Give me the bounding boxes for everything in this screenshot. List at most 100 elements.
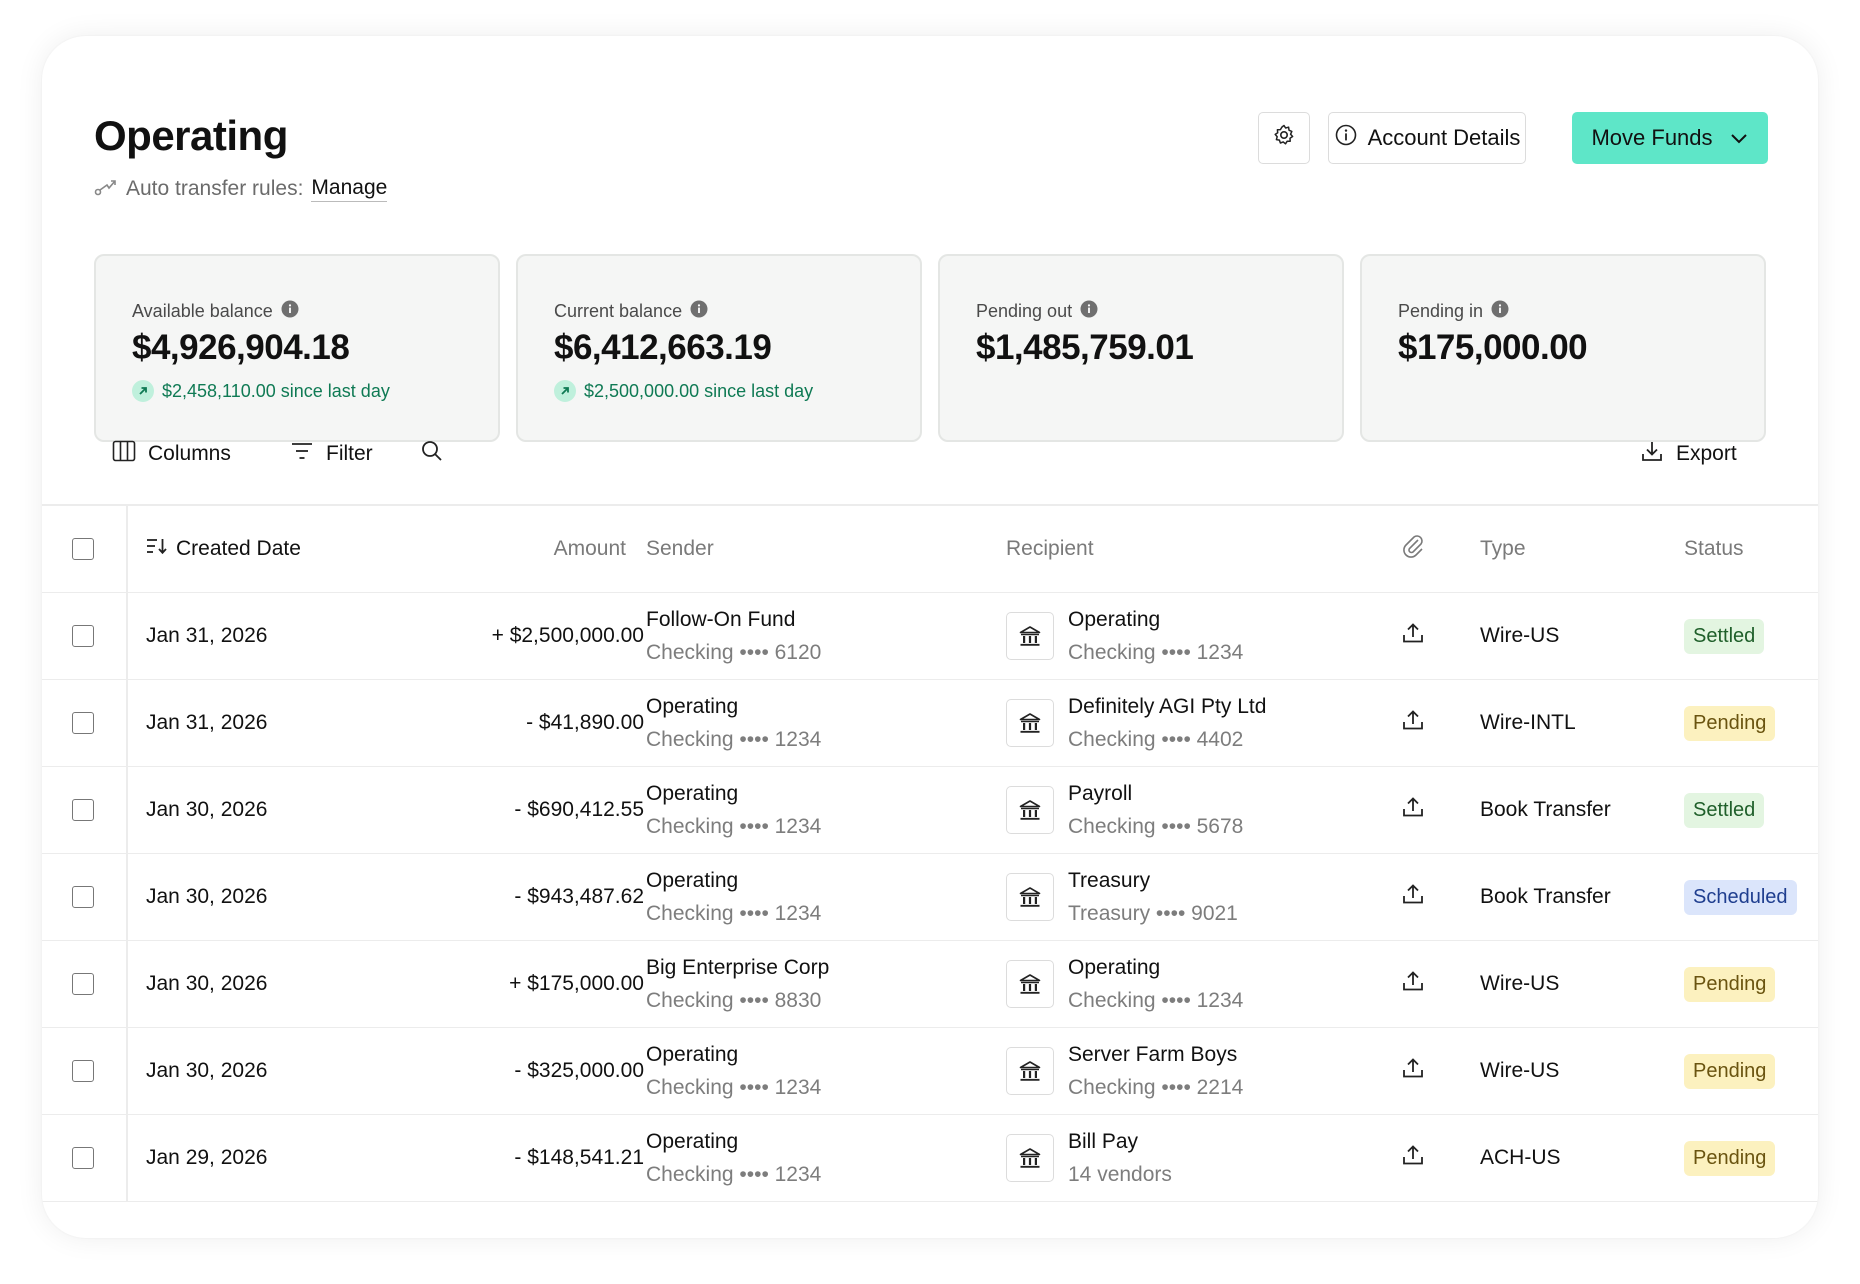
search-icon (420, 439, 444, 469)
row-amount: + $175,000.00 (509, 972, 644, 995)
sender-name: Operating (646, 782, 739, 805)
row-type: Wire-US (1480, 972, 1560, 995)
status-badge: Pending (1684, 1053, 1776, 1089)
table-row[interactable]: Jan 30, 2026 + $175,000.00 Big Enterpris… (42, 941, 1818, 1028)
row-checkbox[interactable] (72, 1147, 94, 1169)
row-type: ACH-US (1480, 1146, 1561, 1169)
columns-icon (112, 440, 136, 468)
sender-account: Checking •••• 1234 (646, 1076, 822, 1099)
recipient-account: Checking •••• 1234 (1068, 989, 1244, 1012)
table-header-row: Created Date Amount Sender Recipient Typ… (42, 506, 1818, 593)
chevron-down-icon (1729, 125, 1749, 151)
row-date: Jan 30, 2026 (146, 885, 268, 908)
status-badge: Pending (1684, 1140, 1776, 1176)
filter-button[interactable]: Filter (290, 434, 373, 474)
stat-delta: $2,458,110.00 since last day (162, 380, 390, 401)
current-balance-card: Current balance $6,412,663.19 $2,500,000… (516, 254, 922, 442)
status-badge: Pending (1684, 705, 1776, 741)
type-header[interactable]: Type (1480, 506, 1660, 592)
info-icon[interactable] (690, 300, 708, 323)
table-row[interactable]: Jan 31, 2026 - $41,890.00 Operating Chec… (42, 680, 1818, 767)
row-checkbox[interactable] (72, 886, 94, 908)
row-checkbox[interactable] (72, 1060, 94, 1082)
created-date-label: Created Date (176, 537, 301, 560)
recipient-name: Definitely AGI Pty Ltd (1068, 695, 1267, 718)
row-amount: - $325,000.00 (514, 1059, 644, 1082)
sender-account: Checking •••• 1234 (646, 815, 822, 838)
search-button[interactable] (420, 434, 444, 474)
table-row[interactable]: Jan 31, 2026 + $2,500,000.00 Follow-On F… (42, 593, 1818, 680)
row-checkbox[interactable] (72, 799, 94, 821)
status-header[interactable]: Status (1684, 506, 1814, 592)
sender-header[interactable]: Sender (646, 506, 946, 592)
status-badge: Scheduled (1684, 879, 1797, 915)
sender-account: Checking •••• 1234 (646, 1163, 822, 1186)
upload-icon[interactable] (1401, 1056, 1425, 1086)
info-icon[interactable] (1080, 300, 1098, 323)
arrow-up-right-icon (554, 380, 576, 402)
row-type: Book Transfer (1480, 885, 1611, 908)
row-checkbox[interactable] (72, 625, 94, 647)
recipient-account: Checking •••• 4402 (1068, 728, 1244, 751)
columns-label: Columns (148, 442, 231, 465)
paperclip-icon (1401, 533, 1425, 565)
move-funds-label: Move Funds (1591, 125, 1713, 150)
pending-out-card: Pending out $1,485,759.01 (938, 254, 1344, 442)
info-icon[interactable] (281, 300, 299, 323)
recipient-account: Treasury •••• 9021 (1068, 902, 1238, 925)
row-type: Book Transfer (1480, 798, 1611, 821)
stat-value: $1,485,759.01 (976, 328, 1194, 367)
sender-name: Operating (646, 1043, 739, 1066)
row-type: Wire-INTL (1480, 711, 1576, 734)
recipient-account: Checking •••• 5678 (1068, 815, 1244, 838)
info-icon[interactable] (1491, 300, 1509, 323)
bank-icon (1006, 1134, 1054, 1182)
row-date: Jan 31, 2026 (146, 711, 268, 734)
export-label: Export (1676, 442, 1737, 465)
upload-icon[interactable] (1401, 795, 1425, 825)
auto-transfer-label: Auto transfer rules: (126, 177, 304, 200)
move-funds-button[interactable]: Move Funds (1572, 112, 1768, 164)
gear-icon (1272, 123, 1296, 153)
columns-button[interactable]: Columns (112, 434, 231, 474)
row-amount: - $41,890.00 (526, 711, 644, 734)
filter-icon (290, 441, 314, 467)
upload-icon[interactable] (1401, 1143, 1425, 1173)
upload-icon[interactable] (1401, 969, 1425, 999)
export-button[interactable]: Export (1640, 434, 1737, 474)
table-row[interactable]: Jan 29, 2026 - $148,541.21 Operating Che… (42, 1115, 1818, 1202)
recipient-header[interactable]: Recipient (1006, 506, 1306, 592)
recipient-account: Checking •••• 2214 (1068, 1076, 1244, 1099)
bank-icon (1006, 960, 1054, 1008)
recipient-name: Operating (1068, 608, 1161, 631)
row-checkbox[interactable] (72, 712, 94, 734)
settings-button[interactable] (1258, 112, 1310, 164)
recipient-name: Bill Pay (1068, 1130, 1139, 1153)
info-icon (1334, 123, 1358, 153)
stat-label: Available balance (132, 301, 273, 321)
stat-label: Pending in (1398, 301, 1484, 321)
account-details-button[interactable]: Account Details (1328, 112, 1526, 164)
upload-icon[interactable] (1401, 882, 1425, 912)
table-row[interactable]: Jan 30, 2026 - $325,000.00 Operating Che… (42, 1028, 1818, 1115)
manage-link[interactable]: Manage (311, 176, 388, 202)
status-badge: Settled (1684, 792, 1765, 828)
arrow-up-right-icon (132, 380, 154, 402)
sender-account: Checking •••• 1234 (646, 902, 822, 925)
stat-label: Current balance (554, 301, 683, 321)
stat-delta: $2,500,000.00 since last day (584, 380, 814, 401)
download-icon (1640, 439, 1664, 469)
upload-icon[interactable] (1401, 708, 1425, 738)
recipient-name: Operating (1068, 956, 1161, 979)
row-checkbox[interactable] (72, 973, 94, 995)
row-date: Jan 30, 2026 (146, 798, 268, 821)
sort-icon (146, 537, 168, 561)
auto-transfer-rules: Auto transfer rules: Manage (94, 176, 388, 202)
table-row[interactable]: Jan 30, 2026 - $943,487.62 Operating Che… (42, 854, 1818, 941)
upload-icon[interactable] (1401, 621, 1425, 651)
amount-header[interactable]: Amount (364, 506, 626, 592)
transactions-table: Created Date Amount Sender Recipient Typ… (42, 504, 1818, 1202)
select-all-checkbox[interactable] (72, 538, 94, 560)
row-date: Jan 29, 2026 (146, 1146, 268, 1169)
table-row[interactable]: Jan 30, 2026 - $690,412.55 Operating Che… (42, 767, 1818, 854)
